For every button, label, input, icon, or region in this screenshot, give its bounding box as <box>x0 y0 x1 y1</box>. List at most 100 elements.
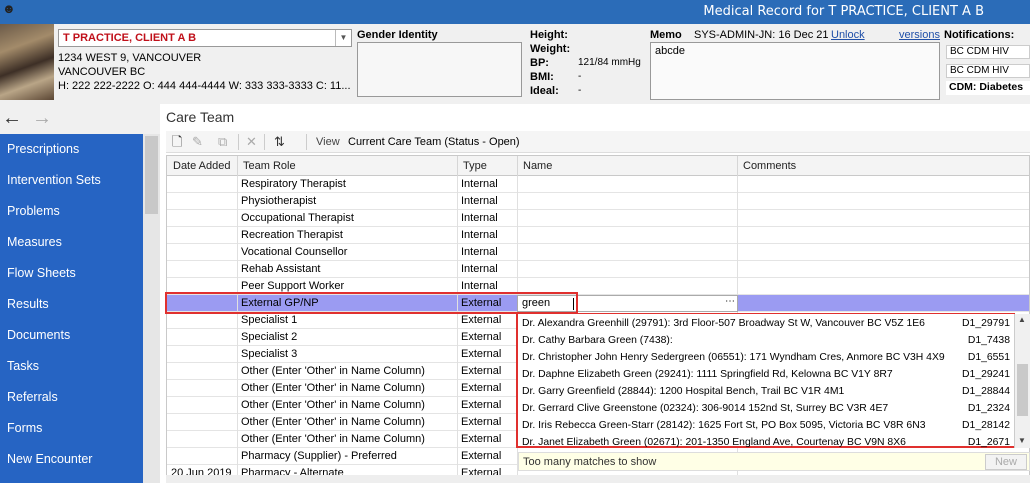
patient-header: T PRACTICE, CLIENT A B ▼ 1234 WEST 9, VA… <box>0 24 1030 104</box>
scroll-up-icon[interactable]: ▲ <box>1018 315 1026 324</box>
cell-type: External <box>461 331 502 343</box>
lookup-match-item[interactable]: Dr. Garry Greenfield (28844): 1200 Hospi… <box>522 383 844 400</box>
column-divider <box>457 176 458 193</box>
sidebar-item-tasks[interactable]: Tasks <box>0 351 143 382</box>
lookup-match-item[interactable]: Dr. Alexandra Greenhill (29791): 3rd Flo… <box>522 315 925 332</box>
cell-team-role: Respiratory Therapist <box>241 178 346 190</box>
column-header-comments[interactable]: Comments <box>743 160 796 172</box>
lookup-ellipsis-button[interactable]: ⋯ <box>723 296 737 310</box>
scrollbar-thumb[interactable] <box>1017 364 1028 416</box>
column-header-name[interactable]: Name <box>523 160 552 172</box>
window-title: Medical Record for T PRACTICE, CLIENT A … <box>703 4 984 19</box>
new-document-icon[interactable]: 🗋 <box>172 134 182 149</box>
cell-team-role: Other (Enter 'Other' in Name Column) <box>241 365 425 377</box>
column-divider <box>457 210 458 227</box>
edit-icon[interactable]: ✎ <box>192 134 203 149</box>
notification-item[interactable]: BC CDM HIV <box>946 64 1030 78</box>
table-row[interactable]: Recreation Therapist Internal <box>167 227 1029 244</box>
cell-type: External <box>461 416 502 428</box>
cell-team-role: Other (Enter 'Other' in Name Column) <box>241 416 425 428</box>
toolbar-divider <box>238 134 239 150</box>
sidebar-scrollbar[interactable] <box>143 134 160 483</box>
care-team-toolbar: 🗋 ✎ ⧉ ✕ ⇅ View Current Care Team (Status… <box>166 131 1030 153</box>
memo-unlock-link[interactable]: Unlock <box>831 29 865 41</box>
grid-horizontal-scrollbar[interactable] <box>166 475 1030 483</box>
table-row[interactable]: Respiratory Therapist Internal <box>167 176 1029 193</box>
column-divider <box>457 363 458 380</box>
lookup-match-id: D1_29241 <box>962 369 1010 380</box>
cell-team-role: Other (Enter 'Other' in Name Column) <box>241 382 425 394</box>
notification-item[interactable]: BC CDM HIV <box>946 45 1030 59</box>
lookup-match-item[interactable]: Dr. Iris Rebecca Green-Starr (28142): 16… <box>522 417 926 434</box>
weight-label: Weight: <box>530 43 571 55</box>
column-divider <box>237 380 238 397</box>
column-divider <box>237 176 238 193</box>
memo-versions-link[interactable]: versions <box>899 29 940 41</box>
column-divider <box>737 261 738 278</box>
chevron-down-icon[interactable]: ▼ <box>335 30 351 46</box>
lookup-match-id: D1_6551 <box>967 352 1010 363</box>
column-header-type[interactable]: Type <box>463 160 487 172</box>
table-row[interactable]: Rehab Assistant Internal <box>167 261 1029 278</box>
sidebar-item-referrals[interactable]: Referrals <box>0 382 143 413</box>
sidebar-item-results[interactable]: Results <box>0 289 143 320</box>
title-bar: ☻ Medical Record for T PRACTICE, CLIENT … <box>0 0 1030 24</box>
column-divider <box>457 156 458 176</box>
scrollbar-thumb[interactable] <box>145 136 158 214</box>
column-divider <box>237 448 238 465</box>
cell-type: External <box>461 365 502 377</box>
cell-type: External <box>461 382 502 394</box>
column-header-team-role[interactable]: Team Role <box>243 160 296 172</box>
forward-arrow-icon[interactable]: → <box>32 107 52 129</box>
lookup-match-item[interactable]: Dr. Christopher John Henry Sedergreen (0… <box>522 349 945 366</box>
cell-team-role: Specialist 1 <box>241 314 298 326</box>
lookup-match-item[interactable]: Dr. Gerrard Clive Greenstone (02324): 30… <box>522 400 888 417</box>
app-icon: ☻ <box>2 1 16 16</box>
column-divider <box>457 227 458 244</box>
lookup-match-item[interactable]: Dr. Daphne Elizabeth Green (29241): 1111… <box>522 366 893 383</box>
sidebar-item-measures[interactable]: Measures <box>0 227 143 258</box>
new-button[interactable]: New <box>985 454 1027 470</box>
lookup-match-id: D1_28142 <box>962 420 1010 431</box>
sidebar-item-problems[interactable]: Problems <box>0 196 143 227</box>
notifications-label: Notifications: <box>944 29 1015 41</box>
gender-identity-box[interactable] <box>357 42 522 97</box>
memo-label: Memo <box>650 29 682 41</box>
sidebar-item-new-encounter[interactable]: New Encounter <box>0 444 143 475</box>
lookup-match-item[interactable]: Dr. Janet Elizabeth Green (02671): 201-1… <box>522 434 906 451</box>
column-divider <box>517 261 518 278</box>
column-divider <box>237 363 238 380</box>
column-divider <box>737 278 738 295</box>
sidebar-item-forms[interactable]: Forms <box>0 413 143 444</box>
lookup-match-id: D1_7438 <box>967 335 1010 346</box>
column-divider <box>457 397 458 414</box>
view-selector[interactable]: Current Care Team (Status - Open) <box>348 136 520 148</box>
cell-team-role: Specialist 3 <box>241 348 298 360</box>
lookup-scrollbar[interactable]: ▲ ▼ <box>1014 314 1030 448</box>
table-row[interactable]: Occupational Therapist Internal <box>167 210 1029 227</box>
grid-header: Date Added Team Role Type Name Comments <box>167 156 1029 176</box>
column-divider <box>457 431 458 448</box>
table-row[interactable]: Vocational Counsellor Internal <box>167 244 1029 261</box>
back-arrow-icon[interactable]: ← <box>2 107 22 129</box>
refresh-icon[interactable]: ⇅ <box>274 134 285 149</box>
column-divider <box>457 346 458 363</box>
highlight-selected-row <box>165 292 578 314</box>
lookup-match-id: D1_29791 <box>962 318 1010 329</box>
ideal-value: - <box>578 85 582 96</box>
sidebar-item-documents[interactable]: Documents <box>0 320 143 351</box>
copy-icon[interactable]: ⧉ <box>218 134 227 149</box>
column-divider <box>457 380 458 397</box>
memo-text[interactable]: abcde <box>650 42 940 100</box>
lookup-match-item[interactable]: Dr. Cathy Barbara Green (7438): <box>522 332 673 349</box>
sidebar-item-prescriptions[interactable]: Prescriptions <box>0 134 143 165</box>
delete-icon[interactable]: ✕ <box>246 134 257 149</box>
sidebar-item-intervention-sets[interactable]: Intervention Sets <box>0 165 143 196</box>
scroll-down-icon[interactable]: ▼ <box>1018 436 1026 445</box>
cell-team-role: Physiotherapist <box>241 195 317 207</box>
table-row[interactable]: Physiotherapist Internal <box>167 193 1029 210</box>
patient-selector[interactable]: T PRACTICE, CLIENT A B ▼ <box>58 29 352 47</box>
patient-phones: H: 222 222-2222 O: 444 444-4444 W: 333 3… <box>58 80 351 92</box>
sidebar-item-flow-sheets[interactable]: Flow Sheets <box>0 258 143 289</box>
column-header-date-added[interactable]: Date Added <box>173 160 231 172</box>
